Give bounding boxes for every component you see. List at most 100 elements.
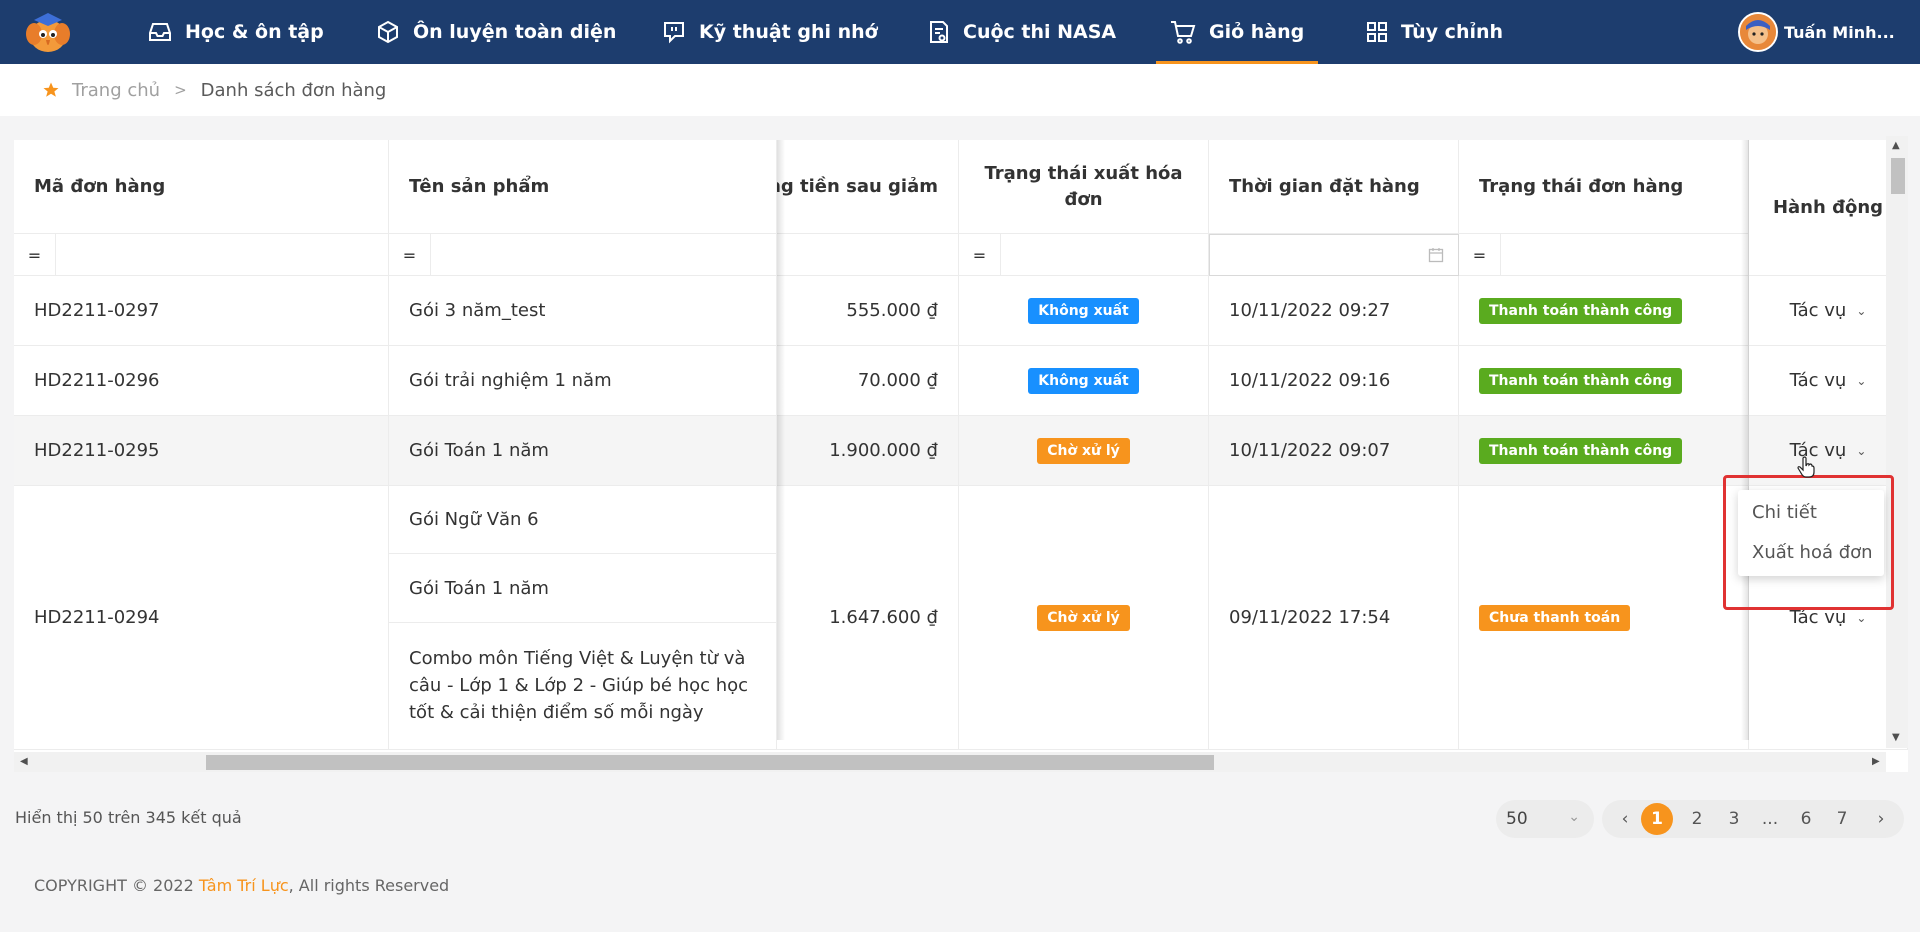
status-badge: Chờ xử lý bbox=[1037, 437, 1130, 464]
filter-operator[interactable]: = bbox=[389, 234, 431, 276]
next-page-button[interactable]: › bbox=[1866, 800, 1896, 838]
nav-item-label: Tùy chỉnh bbox=[1401, 21, 1504, 43]
invoice-status-cell: Không xuất bbox=[959, 346, 1209, 416]
fixed-column-shadow bbox=[1741, 140, 1749, 740]
logo-icon[interactable] bbox=[24, 10, 72, 54]
nav-item-label: Kỹ thuật ghi nhớ bbox=[699, 21, 878, 43]
breadcrumb-separator: > bbox=[174, 81, 187, 99]
scroll-up-icon[interactable]: ▲ bbox=[1892, 140, 1900, 151]
chevron-down-icon: ⌄ bbox=[1856, 303, 1867, 318]
order-status-cell: Thanh toán thành công bbox=[1459, 346, 1749, 416]
user-name: Tuấn Minh... bbox=[1784, 22, 1895, 42]
total-cell: 1.647.600 ₫ bbox=[777, 486, 959, 750]
total-cell: 1.900.000 ₫ bbox=[777, 416, 959, 486]
order-time-cell: 10/11/2022 09:16 bbox=[1209, 346, 1459, 416]
highlight-box bbox=[1723, 475, 1894, 610]
order-code-cell: HD2211-0294 bbox=[14, 486, 389, 750]
page-6-button[interactable]: 6 bbox=[1791, 800, 1821, 838]
prev-page-button[interactable]: ‹ bbox=[1610, 800, 1640, 838]
product-name-cell: Gói Toán 1 năm bbox=[389, 554, 777, 623]
column-header-order-status[interactable]: Trạng thái đơn hàng bbox=[1459, 140, 1749, 234]
action-dropdown-button[interactable]: Tác vụ ⌄ bbox=[1790, 607, 1867, 628]
column-header-action: Hành động bbox=[1749, 140, 1908, 276]
column-header-product-name[interactable]: Tên sản phẩm bbox=[389, 140, 777, 234]
scroll-left-icon[interactable]: ◀ bbox=[20, 756, 28, 767]
product-name-cell: Gói Toán 1 năm bbox=[389, 416, 777, 486]
column-header-total[interactable]: ổng tiền sau giảm bbox=[777, 140, 959, 234]
product-name-cell: Gói 3 năm_test bbox=[389, 276, 777, 346]
brand-link[interactable]: Tâm Trí Lực bbox=[199, 876, 289, 895]
action-cell: Tác vụ ⌄ bbox=[1749, 346, 1908, 416]
filter-order-code[interactable]: = bbox=[14, 234, 389, 276]
vertical-scrollbar[interactable]: ▲ ▼ bbox=[1886, 136, 1908, 748]
user-menu[interactable]: Tuấn Minh... bbox=[1738, 0, 1895, 64]
chat-bubble-icon bbox=[664, 22, 684, 44]
filter-product-name[interactable]: = bbox=[389, 234, 777, 276]
page-1-button[interactable]: 1 bbox=[1641, 803, 1673, 835]
filter-operator[interactable]: = bbox=[1459, 234, 1501, 276]
page-ellipsis[interactable]: ... bbox=[1755, 800, 1785, 838]
column-header-invoice-status[interactable]: Trạng thái xuất hóa đơn bbox=[959, 140, 1209, 234]
order-status-cell: Chưa thanh toán bbox=[1459, 486, 1749, 750]
page-2-button[interactable]: 2 bbox=[1682, 800, 1712, 838]
filter-operator[interactable]: = bbox=[14, 234, 56, 276]
document-icon bbox=[930, 21, 948, 43]
order-status-cell: Thanh toán thành công bbox=[1459, 276, 1749, 346]
order-code-cell: HD2211-0295 bbox=[14, 416, 389, 486]
order-time-cell: 09/11/2022 17:54 bbox=[1209, 486, 1459, 750]
filter-order-status[interactable]: = bbox=[1459, 234, 1749, 276]
page-3-button[interactable]: 3 bbox=[1719, 800, 1749, 838]
product-name-cell: Combo môn Tiếng Việt & Luyện từ và câu -… bbox=[389, 623, 777, 750]
action-dropdown-button[interactable]: Tác vụ ⌄ bbox=[1790, 300, 1867, 321]
page-size-select[interactable]: 50 ⌄ bbox=[1496, 800, 1594, 838]
order-time-cell: 10/11/2022 09:27 bbox=[1209, 276, 1459, 346]
nav-item-tuy-chinh[interactable]: Tùy chỉnh bbox=[1366, 0, 1503, 64]
orders-table: Mã đơn hàng Tên sản phẩm ổng tiền sau gi… bbox=[14, 140, 1908, 772]
nav-item-on-luyen[interactable]: Ôn luyện toàn diện bbox=[376, 0, 616, 64]
scroll-down-icon[interactable]: ▼ bbox=[1892, 732, 1900, 743]
scrollbar-thumb[interactable] bbox=[1891, 158, 1905, 194]
nav-item-cuoc-thi[interactable]: Cuộc thi NASA bbox=[928, 0, 1116, 64]
product-name-cell: Gói Ngữ Văn 6 bbox=[389, 486, 777, 554]
breadcrumb: Trang chủ > Danh sách đơn hàng bbox=[0, 64, 1920, 116]
invoice-status-cell: Chờ xử lý bbox=[959, 416, 1209, 486]
scroll-right-icon[interactable]: ▶ bbox=[1872, 756, 1880, 767]
total-cell: 555.000 ₫ bbox=[777, 276, 959, 346]
scrollbar-thumb[interactable] bbox=[206, 755, 1214, 770]
chevron-down-icon: ⌄ bbox=[1856, 610, 1867, 625]
chevron-down-icon: ⌄ bbox=[1856, 373, 1867, 388]
action-cell: Tác vụ ⌄ bbox=[1749, 276, 1908, 346]
breadcrumb-home-link[interactable]: Trang chủ bbox=[72, 80, 160, 101]
top-navbar: Học & ôn tập Ôn luyện toàn diện Kỹ thuật… bbox=[0, 0, 1920, 64]
nav-item-label: Giỏ hàng bbox=[1209, 21, 1305, 43]
status-badge: Không xuất bbox=[1028, 297, 1139, 324]
nav-item-label: Học & ôn tập bbox=[185, 21, 324, 43]
filter-total[interactable] bbox=[777, 234, 959, 276]
nav-item-hoc-on-tap[interactable]: Học & ôn tập bbox=[148, 0, 324, 64]
action-dropdown-button[interactable]: Tác vụ ⌄ bbox=[1790, 370, 1867, 391]
invoice-status-cell: Không xuất bbox=[959, 276, 1209, 346]
nav-item-label: Ôn luyện toàn diện bbox=[413, 21, 617, 43]
hand-cursor-icon bbox=[1797, 456, 1815, 478]
nav-item-gio-hang[interactable]: Giỏ hàng bbox=[1155, 0, 1319, 64]
avatar bbox=[1738, 12, 1778, 52]
grid-icon bbox=[1367, 22, 1387, 42]
status-badge: Thanh toán thành công bbox=[1479, 367, 1683, 394]
star-icon bbox=[43, 82, 59, 97]
copyright: COPYRIGHT © 2022 Tâm Trí Lực, All rights… bbox=[34, 876, 450, 895]
status-badge: Thanh toán thành công bbox=[1479, 437, 1683, 464]
page-7-button[interactable]: 7 bbox=[1827, 800, 1857, 838]
horizontal-scrollbar[interactable]: ◀ ▶ bbox=[14, 752, 1886, 772]
nav-item-label: Cuộc thi NASA bbox=[963, 21, 1117, 43]
inbox-icon bbox=[149, 23, 171, 41]
filter-operator[interactable]: = bbox=[959, 234, 1001, 276]
filter-order-time-datepicker[interactable] bbox=[1209, 234, 1459, 276]
filter-invoice-status[interactable]: = bbox=[959, 234, 1209, 276]
cart-icon bbox=[1171, 21, 1196, 44]
column-header-order-code[interactable]: Mã đơn hàng bbox=[14, 140, 389, 234]
status-badge: Thanh toán thành công bbox=[1479, 297, 1683, 324]
breadcrumb-current: Danh sách đơn hàng bbox=[200, 79, 387, 101]
column-header-order-time[interactable]: Thời gian đặt hàng bbox=[1209, 140, 1459, 234]
status-badge: Chờ xử lý bbox=[1037, 604, 1130, 631]
nav-item-ky-thuat[interactable]: Kỹ thuật ghi nhớ bbox=[662, 0, 878, 64]
